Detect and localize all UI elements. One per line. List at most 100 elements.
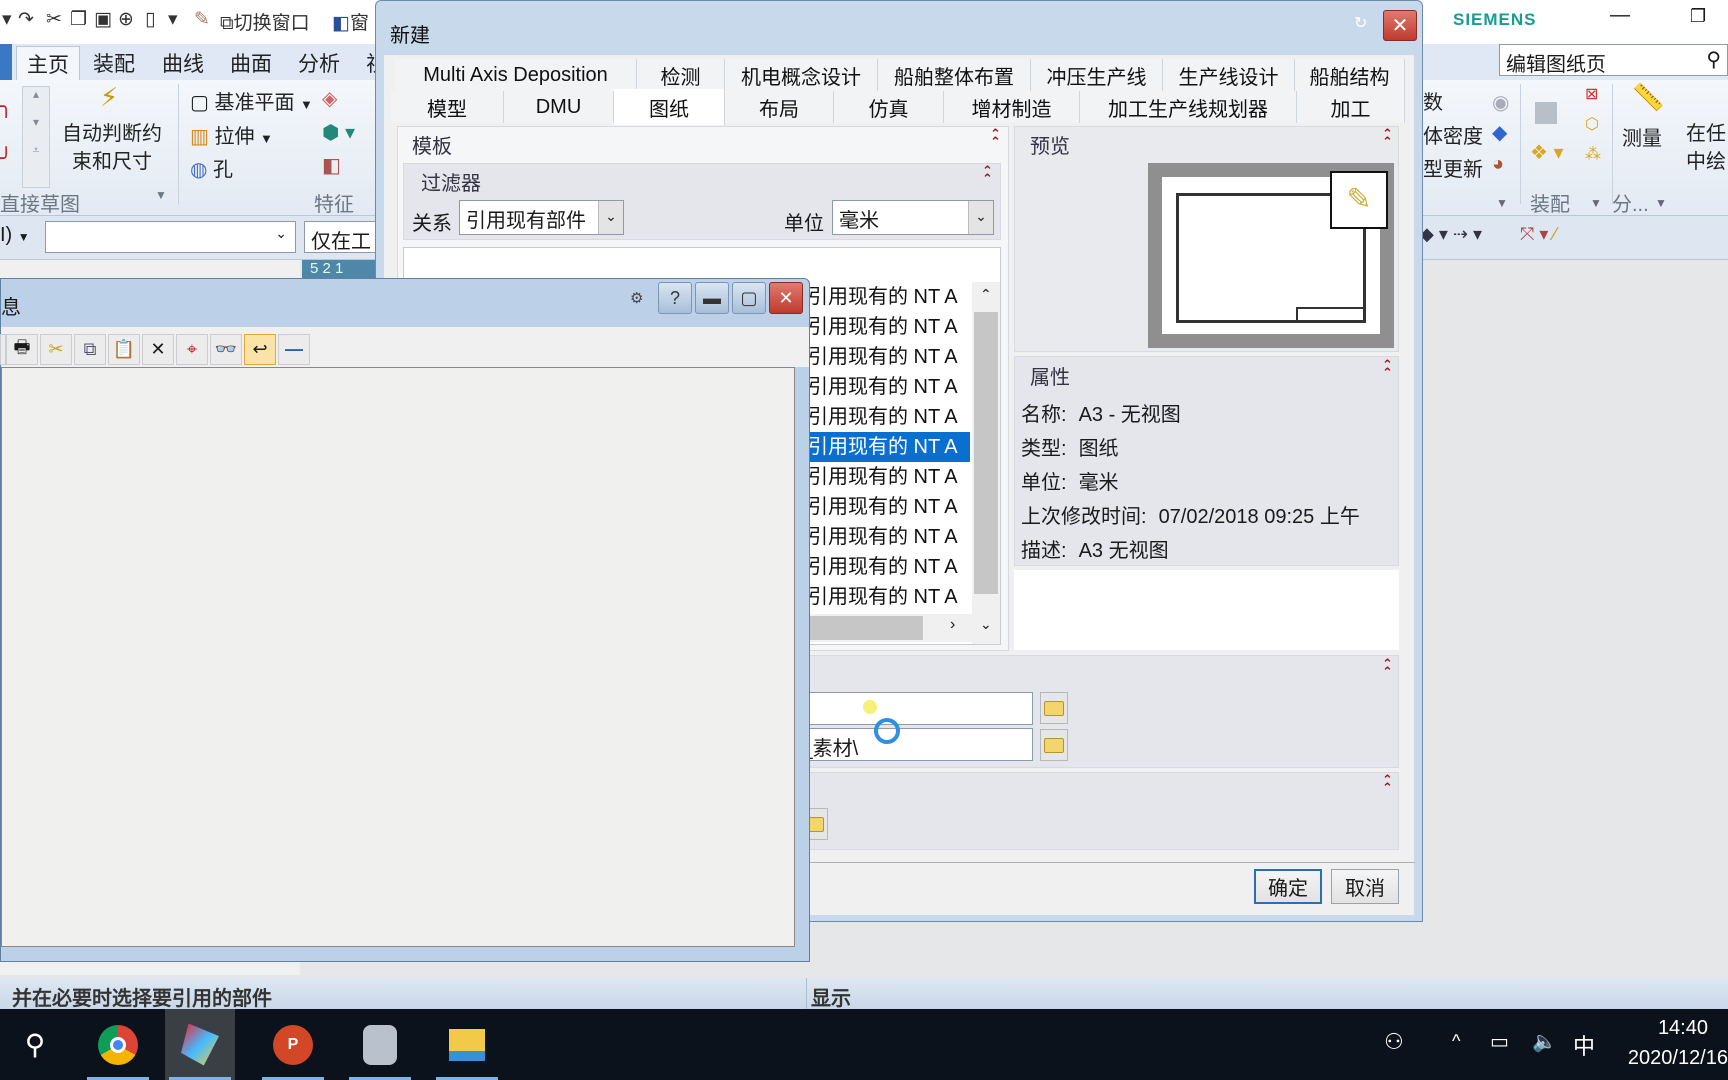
- info-close-button[interactable]: ✕: [769, 282, 803, 314]
- tab-layout[interactable]: 布局: [725, 91, 834, 123]
- template-list-item[interactable]: 引用现有的 NT A: [808, 432, 970, 462]
- command-search-input[interactable]: 编辑图纸页 ⚲: [1499, 44, 1728, 76]
- template-list-item[interactable]: 引用现有的 NT A: [808, 462, 970, 492]
- file-explorer-button[interactable]: [432, 1009, 502, 1080]
- type-filter-combo[interactable]: ⌄: [45, 221, 296, 253]
- ime-indicator[interactable]: 中: [1573, 1029, 1595, 1061]
- new-icon[interactable]: ▯: [145, 8, 155, 31]
- collapse-icon[interactable]: ⌃ ⌃: [1382, 773, 1393, 794]
- tab-press-line[interactable]: 冲压生产线: [1031, 59, 1163, 91]
- tab-assembly[interactable]: 装配: [93, 48, 135, 78]
- window-button[interactable]: ◧窗: [332, 8, 369, 35]
- copy-button[interactable]: ⧉: [74, 334, 106, 365]
- maximize-button[interactable]: ▢: [732, 282, 766, 314]
- group-expand-icon[interactable]: ▼: [155, 188, 167, 202]
- find-button[interactable]: 👓: [210, 334, 242, 365]
- people-icon[interactable]: ⚇: [1384, 1029, 1404, 1055]
- search-icon[interactable]: ⚲: [1706, 47, 1721, 72]
- measure-button[interactable]: 测量: [1622, 122, 1662, 151]
- feature-icon[interactable]: ◈: [322, 86, 337, 111]
- search-button[interactable]: ⚲: [0, 1009, 70, 1080]
- scrollbar-thumb[interactable]: [974, 312, 998, 594]
- info-text-area[interactable]: [1, 367, 795, 947]
- scroll-down-icon[interactable]: ⌄: [980, 616, 992, 633]
- collapse-button[interactable]: —: [278, 334, 310, 365]
- group-expand-icon[interactable]: ▼: [1655, 196, 1667, 210]
- tab-dmu[interactable]: DMU: [504, 91, 614, 123]
- template-list-item[interactable]: 引用现有的 NT A: [808, 492, 970, 522]
- hole-button[interactable]: ◍ 孔: [190, 153, 233, 182]
- show-hidden-icons[interactable]: ^: [1452, 1031, 1460, 1052]
- help-button[interactable]: ?: [658, 282, 692, 314]
- tab-ship-layout[interactable]: 船舶整体布置: [878, 59, 1031, 91]
- switch-window-button[interactable]: ⧉切换窗口: [220, 8, 310, 35]
- tab-drawing[interactable]: 图纸: [614, 89, 725, 125]
- file-tab[interactable]: [0, 44, 12, 80]
- tab-ship-structure[interactable]: 船舶结构: [1295, 59, 1405, 91]
- dropdown-icon[interactable]: ▾: [168, 8, 178, 31]
- nx-button[interactable]: [165, 1009, 235, 1080]
- template-list-item[interactable]: 引用现有的 NT A: [808, 342, 970, 372]
- paste-button[interactable]: 📋: [108, 334, 140, 365]
- datum-plane-button[interactable]: ▢ 基准平面 ▼: [190, 86, 313, 115]
- tab-manufacturing[interactable]: 加工: [1297, 91, 1405, 123]
- collapse-icon[interactable]: ⌃ ⌃: [990, 127, 1001, 148]
- assembly-icon[interactable]: [1535, 102, 1557, 124]
- reset-icon[interactable]: ↻: [1354, 13, 1367, 33]
- folder-input[interactable]: l_素材\: [790, 728, 1033, 761]
- volume-icon[interactable]: 🔈: [1532, 1029, 1557, 1054]
- preview-section-header[interactable]: 预览: [1030, 130, 1070, 159]
- graphics-tab[interactable]: 5 2 1: [302, 260, 382, 280]
- tab-line-planner[interactable]: 加工生产线规划器: [1080, 91, 1297, 123]
- group-expand-icon[interactable]: ▼: [1590, 196, 1602, 210]
- add-component-icon[interactable]: ❖ ▾: [1530, 140, 1564, 165]
- template-list-item[interactable]: 引用现有的 NT A: [808, 552, 970, 582]
- tab-curve[interactable]: 曲线: [162, 48, 204, 78]
- ribbon-item-parameters[interactable]: 数: [1423, 86, 1443, 115]
- filter-section-header[interactable]: 过滤器: [421, 167, 481, 196]
- collapse-icon[interactable]: ⌃ ⌃: [982, 164, 993, 185]
- extrude-button[interactable]: ▥ 拉伸 ▼: [190, 120, 273, 149]
- scroll-right-icon[interactable]: ›: [950, 616, 955, 634]
- minimize-button[interactable]: ▬: [695, 282, 729, 314]
- restore-window-button[interactable]: ❐: [1690, 6, 1706, 27]
- tab-home[interactable]: 主页: [16, 46, 80, 80]
- tab-line-design[interactable]: 生产线设计: [1163, 59, 1295, 91]
- dropdown-icon[interactable]: ▾: [2, 8, 12, 31]
- move-component-icon[interactable]: ⬡: [1585, 114, 1599, 134]
- brush-icon[interactable]: ✎: [194, 8, 210, 31]
- delete-button[interactable]: ✕: [142, 334, 174, 365]
- file-name-input[interactable]: [790, 692, 1033, 725]
- template-list-item[interactable]: 引用现有的 NT A: [808, 282, 970, 312]
- cut-button[interactable]: ✂: [40, 334, 72, 365]
- scope-filter-combo[interactable]: 仅在工: [304, 221, 384, 253]
- recorder-button[interactable]: [345, 1009, 415, 1080]
- ribbon-item-density[interactable]: 体密度: [1423, 120, 1483, 149]
- paste-icon[interactable]: ▣: [94, 8, 112, 31]
- minimize-window-button[interactable]: —: [1610, 4, 1630, 27]
- group-expand-icon[interactable]: ▼: [1496, 196, 1508, 210]
- pattern-icon[interactable]: ⁂: [1585, 144, 1601, 164]
- cancel-button[interactable]: 取消: [1331, 869, 1399, 904]
- unit-select[interactable]: 毫米 ⌄: [832, 200, 994, 235]
- constraint-icon[interactable]: ⊠: [1585, 84, 1598, 104]
- battery-icon[interactable]: ▭: [1490, 1029, 1509, 1054]
- scrollbar-thumb[interactable]: [808, 616, 923, 640]
- sketch-rect-icon[interactable]: ╯: [0, 146, 12, 171]
- template-list-item[interactable]: 引用现有的 NT A: [808, 582, 970, 612]
- auto-constraint-button[interactable]: 自动判断约 束和尺寸: [62, 120, 162, 176]
- tab-inspection[interactable]: 检测: [637, 59, 725, 91]
- selection-mode-dropdown[interactable]: I) ▼: [0, 224, 30, 247]
- template-list-item[interactable]: 引用现有的 NT A: [808, 312, 970, 342]
- feature-icon[interactable]: ⬢ ▾: [322, 120, 355, 145]
- properties-section-header[interactable]: 属性: [1030, 361, 1070, 390]
- list-horizontal-scrollbar[interactable]: ›: [808, 614, 972, 642]
- sketch-arc-icon[interactable]: ╮: [0, 94, 12, 119]
- clock[interactable]: 14:40 2020/12/16: [1608, 1013, 1728, 1073]
- powerpoint-button[interactable]: P: [258, 1009, 328, 1080]
- list-vertical-scrollbar[interactable]: ⌃ ⌄: [972, 282, 1000, 644]
- chrome-button[interactable]: [83, 1009, 153, 1080]
- copy-icon[interactable]: ❐: [70, 8, 87, 31]
- tab-mechatronics[interactable]: 机电概念设计: [725, 59, 878, 91]
- gallery-scroll[interactable]: ▴ ▾ ⩡: [22, 86, 50, 188]
